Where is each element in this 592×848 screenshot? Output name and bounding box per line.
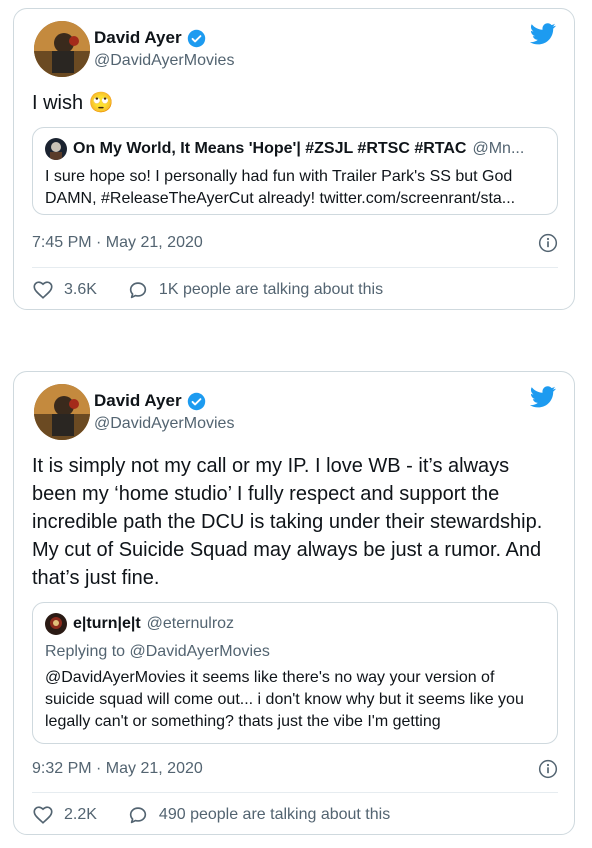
talking-count: 490 people are talking about this	[158, 806, 391, 823]
tweet-card-1[interactable]: David Ayer @DavidAyerMovies I wish 🙄 On …	[13, 8, 575, 310]
verified-badge-icon	[187, 392, 205, 410]
info-icon[interactable]	[538, 233, 558, 253]
talking-count: 1K people are talking about this	[158, 281, 384, 298]
conversation-link[interactable]: 490 people are talking about this	[127, 804, 390, 826]
divider	[32, 267, 558, 268]
quoted-author-handle[interactable]: @Mn...	[472, 138, 524, 160]
quoted-tweet[interactable]: e|turn|e|t @eternulroz Replying to @Davi…	[32, 602, 558, 744]
comment-icon	[129, 807, 147, 824]
tweet-card-2[interactable]: David Ayer @DavidAyerMovies It is simply…	[13, 371, 575, 835]
verified-badge-icon	[187, 29, 205, 47]
quoted-text: I sure hope so! I personally had fun wit…	[45, 168, 516, 207]
comment-icon	[129, 282, 147, 299]
avatar[interactable]	[34, 21, 90, 77]
quoted-avatar[interactable]	[45, 138, 67, 160]
eye-roll-emoji: 🙄	[88, 92, 114, 114]
like-button[interactable]: 2.2K	[32, 804, 97, 826]
timestamp[interactable]: 9:32 PM · May 21, 2020	[32, 760, 203, 778]
tweet-text: I wish 🙄	[32, 92, 114, 114]
quoted-avatar[interactable]	[45, 613, 67, 635]
like-count: 3.6K	[64, 281, 97, 298]
twitter-bird-icon[interactable]	[530, 23, 556, 45]
heart-icon	[33, 806, 53, 824]
quoted-tweet[interactable]: On My World, It Means 'Hope'| #ZSJL #RTS…	[32, 127, 558, 215]
author-handle[interactable]: @DavidAyerMovies	[94, 413, 234, 435]
quoted-author-name[interactable]: On My World, It Means 'Hope'| #ZSJL #RTS…	[73, 138, 466, 160]
tweet-actions: 3.6K 1K people are talking about this	[32, 279, 383, 301]
divider	[32, 792, 558, 793]
quoted-author-handle[interactable]: @eternulroz	[147, 613, 234, 635]
quoted-text: @DavidAyerMovies it seems like there's n…	[45, 669, 524, 730]
conversation-link[interactable]: 1K people are talking about this	[127, 279, 383, 301]
heart-icon	[33, 281, 53, 299]
like-count: 2.2K	[64, 806, 97, 823]
author-name[interactable]: David Ayer	[94, 27, 234, 49]
like-button[interactable]: 3.6K	[32, 279, 97, 301]
author-name[interactable]: David Ayer	[94, 390, 234, 412]
tweet-actions: 2.2K 490 people are talking about this	[32, 804, 390, 826]
twitter-bird-icon[interactable]	[530, 386, 556, 408]
replying-to[interactable]: Replying to @DavidAyerMovies	[45, 641, 545, 663]
quoted-author-name[interactable]: e|turn|e|t	[73, 613, 141, 635]
tweet-text: It is simply not my call or my IP. I lov…	[32, 455, 543, 589]
avatar[interactable]	[34, 384, 90, 440]
author-handle[interactable]: @DavidAyerMovies	[94, 50, 234, 72]
info-icon[interactable]	[538, 759, 558, 779]
timestamp[interactable]: 7:45 PM · May 21, 2020	[32, 234, 203, 252]
